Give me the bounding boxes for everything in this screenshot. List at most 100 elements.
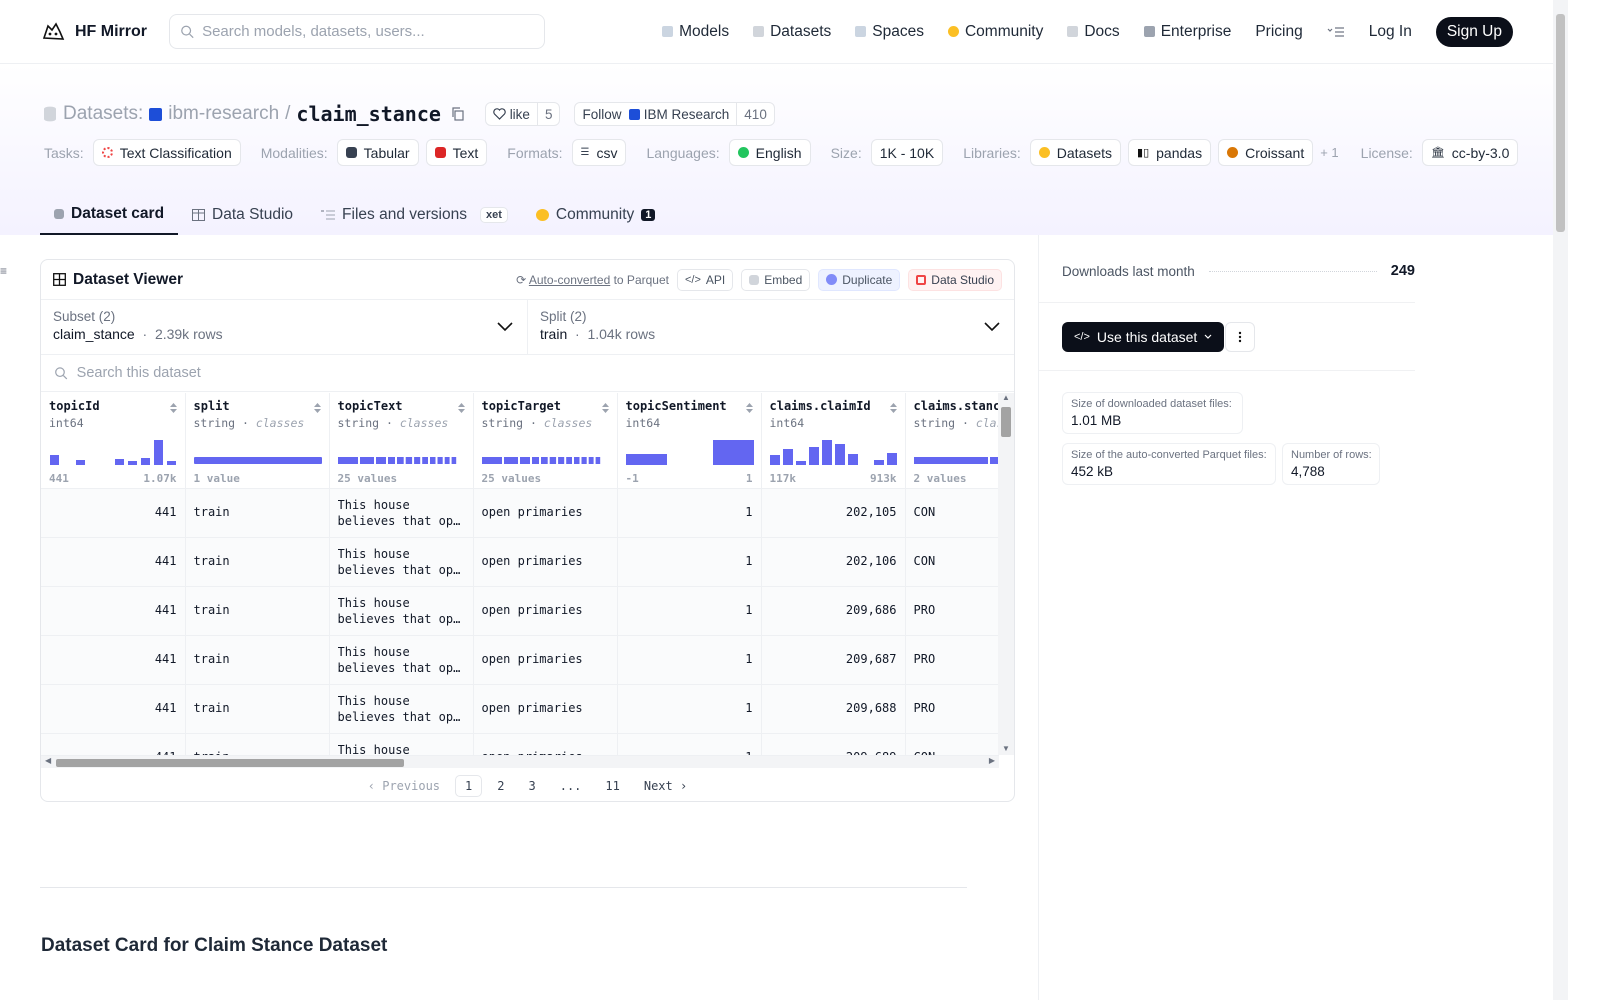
dataset-name[interactable]: claim_stance [296,102,441,126]
data-studio-button[interactable]: Data Studio [908,268,1002,291]
scroll-left-icon[interactable]: ◀ [45,756,51,765]
nav-enterprise[interactable]: Enterprise [1143,23,1231,41]
cell-claim-stance[interactable]: CON [905,488,999,538]
cell-split[interactable]: train [185,684,330,734]
more-options-button[interactable] [1225,322,1255,352]
column-header-topictext[interactable]: topicText string · classes 25 values [329,393,474,489]
cell-topic-target[interactable]: open primaries [473,733,618,755]
scroll-up-icon[interactable]: ▲ [1002,393,1010,402]
cell-topic-id[interactable]: 441 [41,586,186,636]
sort-icon[interactable] [169,402,178,414]
column-histogram[interactable] [193,440,322,465]
cell-topic-text[interactable]: This house believes that ope… [329,488,474,538]
tab-community[interactable]: Community 1 [522,194,670,235]
tab-files[interactable]: Files and versions xet [307,194,522,235]
global-search[interactable] [169,14,545,49]
page-scroll-thumb[interactable] [1556,14,1565,232]
cell-topic-text[interactable]: This house [329,733,474,755]
cell-claim-id[interactable]: 202,105 [761,488,906,538]
column-histogram[interactable] [625,440,754,465]
column-header-claims-stance[interactable]: claims.stancestring · clas2 values [905,393,999,489]
use-dataset-button[interactable]: </> Use this dataset [1062,322,1225,352]
cell-split[interactable]: train [185,537,330,587]
cell-claim-stance[interactable]: PRO [905,684,999,734]
like-button[interactable]: like 5 [484,102,561,126]
column-histogram[interactable] [481,440,609,465]
cell-topic-id[interactable]: 441 [41,684,186,734]
global-search-input[interactable] [202,23,534,40]
next-page[interactable]: Next › [635,776,696,796]
section-label[interactable]: Datasets: [63,103,143,125]
duplicate-button[interactable]: Duplicate [818,268,901,291]
page-scrollbar[interactable] [1553,0,1568,1000]
column-header-topicid[interactable]: topicId int64 441 1.07k [41,393,186,489]
cell-claim-stance[interactable]: PRO [905,635,999,685]
page-2[interactable]: 2 [488,776,513,796]
cell-topic-sentiment[interactable]: 1 [617,733,762,755]
column-histogram[interactable] [337,440,465,465]
org-link[interactable]: ibm-research [168,103,279,125]
sort-icon[interactable] [457,402,466,414]
table-horizontal-scrollbar[interactable]: ◀ ▶ [41,755,999,768]
nav-more-menu[interactable] [1327,26,1345,38]
cell-topic-id[interactable]: 441 [41,635,186,685]
table-row[interactable]: 441 train This house believes that ope… open… [41,684,999,734]
tag-english[interactable]: English [728,139,811,166]
previous-page[interactable]: ‹ Previous [359,776,449,796]
tab-data-studio[interactable]: Data Studio [178,194,307,235]
table-row[interactable]: 441 train This house believes that ope… open… [41,635,999,685]
embed-button[interactable]: Embed [741,268,811,291]
dataset-search-input[interactable] [76,365,1001,381]
cell-topic-target[interactable]: open primaries [473,635,618,685]
scroll-down-icon[interactable]: ▼ [1002,744,1010,753]
cell-claim-id[interactable]: 209,688 [761,684,906,734]
tag-pandas[interactable]: ▮▯ pandas [1128,139,1212,166]
cell-split[interactable]: train [185,635,330,685]
scroll-right-icon[interactable]: ▶ [989,756,995,765]
cell-topic-text[interactable]: This house believes that ope… [329,537,474,587]
cell-topic-text[interactable]: This house believes that ope… [329,635,474,685]
brand-logo[interactable]: HF Mirror [40,20,147,44]
login-button[interactable]: Log In [1369,23,1412,41]
nav-datasets[interactable]: Datasets [753,23,831,41]
cell-topic-sentiment[interactable]: 1 [617,488,762,538]
table-vertical-scrollbar[interactable]: ▲ ▼ [998,393,1014,755]
copy-icon[interactable] [451,107,465,121]
split-select[interactable]: Split (2) train · 1.04k rows [527,300,1014,354]
column-header-topictarget[interactable]: topicTarget string · classes 25 values [473,393,618,489]
page-1[interactable]: 1 [455,775,483,797]
sort-icon[interactable] [889,402,898,414]
column-header-claims-claimid[interactable]: claims.claimId int64 117k 913k [761,393,906,489]
column-histogram[interactable] [913,440,999,465]
signup-button[interactable]: Sign Up [1435,16,1513,47]
column-header-split[interactable]: split string · classes 1 value [185,393,330,489]
cell-topic-id[interactable]: 441 [41,537,186,587]
page-last[interactable]: 11 [596,776,628,796]
column-histogram[interactable] [769,440,897,465]
table-row[interactable]: 441train This house open primaries1209,689… [41,733,999,755]
nav-community[interactable]: Community [947,23,1043,41]
more-libraries[interactable]: + 1 [1320,145,1338,160]
table-row[interactable]: 441 train This house believes that ope… open… [41,586,999,636]
tag-tabular[interactable]: Tabular [336,139,419,166]
cell-split[interactable]: train [185,586,330,636]
sort-icon[interactable] [313,402,322,414]
sort-icon[interactable] [601,402,610,414]
cell-claim-stance[interactable]: CON [905,733,999,755]
table-row[interactable]: 441 train This house believes that ope… open… [41,537,999,587]
vertical-scroll-thumb[interactable] [1001,407,1011,437]
sidebar-toggle-icon[interactable]: ≡ [0,264,7,278]
cell-split[interactable]: train [185,488,330,538]
tag-text[interactable]: Text [425,139,488,166]
cell-topic-text[interactable]: This house believes that ope… [329,684,474,734]
tag-datasets-lib[interactable]: Datasets [1029,139,1122,166]
auto-converted-link[interactable]: Auto-converted [529,273,610,287]
sort-icon[interactable] [745,402,754,414]
api-button[interactable]: </> API [676,268,734,291]
nav-docs[interactable]: Docs [1067,23,1120,41]
cell-topic-target[interactable]: open primaries [473,488,618,538]
cell-topic-sentiment[interactable]: 1 [617,586,762,636]
follow-button[interactable]: Follow IBM Research 410 [574,102,775,126]
cell-claim-stance[interactable]: CON [905,537,999,587]
cell-claim-stance[interactable]: PRO [905,586,999,636]
